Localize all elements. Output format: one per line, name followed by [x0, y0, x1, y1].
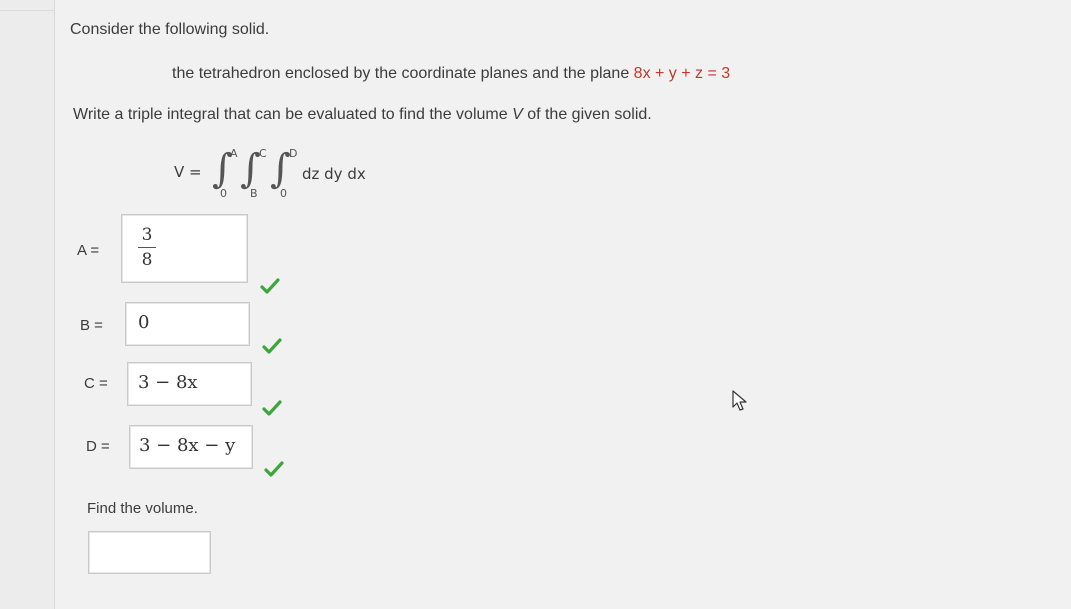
- answer-a-denominator: 8: [141, 250, 153, 270]
- problem-intro: Consider the following solid.: [70, 21, 270, 38]
- answer-a-fraction: 3 8: [138, 225, 156, 270]
- instruction-var: V: [512, 106, 523, 123]
- integral-sign-3: ∫: [270, 146, 291, 192]
- answer-d-value: 3 − 8x − y: [139, 435, 236, 456]
- check-icon: [262, 338, 282, 354]
- upper-limit-c: C: [259, 147, 267, 160]
- upper-limit-a: A: [230, 147, 238, 160]
- answer-c-value: 3 − 8x: [138, 372, 198, 393]
- label-b: B =: [80, 317, 103, 334]
- mouse-cursor-icon: [732, 390, 747, 411]
- fraction-bar: [138, 247, 156, 248]
- lower-limit-3: 0: [280, 187, 287, 200]
- differentials: dz dy dx: [302, 165, 366, 183]
- check-icon: [260, 278, 280, 294]
- answer-d-field[interactable]: 3 − 8x − y: [129, 425, 253, 469]
- lower-limit-b: B: [250, 187, 258, 200]
- instruction-prefix: Write a triple integral that can be eval…: [73, 106, 513, 123]
- instruction-suffix: of the given solid.: [522, 106, 652, 123]
- label-c: C =: [84, 375, 108, 392]
- upper-limit-d: D: [289, 147, 298, 160]
- plane-equation: 8x + y + z = 3: [633, 65, 731, 82]
- solid-description-text: the tetrahedron enclosed by the coordina…: [172, 65, 634, 82]
- check-icon: [264, 461, 284, 477]
- volume-prompt: Find the volume.: [87, 500, 198, 517]
- check-icon: [262, 400, 282, 416]
- answer-b-value: 0: [138, 312, 150, 333]
- label-a: A =: [77, 242, 100, 259]
- answer-c-field[interactable]: 3 − 8x: [127, 362, 252, 406]
- answer-a-numerator: 3: [141, 225, 153, 245]
- label-d: D =: [86, 438, 110, 455]
- triple-integral-formula: V = ∫ A 0 ∫ C B ∫ D 0 dz dy dx: [174, 143, 394, 207]
- lower-limit-1: 0: [220, 187, 227, 200]
- formula-lhs: V =: [174, 163, 202, 181]
- integral-sign-2: ∫: [240, 146, 261, 192]
- volume-answer-field[interactable]: [88, 531, 211, 574]
- solid-description: the tetrahedron enclosed by the coordina…: [172, 65, 730, 83]
- answer-a-field[interactable]: 3 8: [121, 214, 248, 283]
- answer-b-field[interactable]: 0: [125, 302, 250, 346]
- instruction: Write a triple integral that can be eval…: [73, 106, 652, 124]
